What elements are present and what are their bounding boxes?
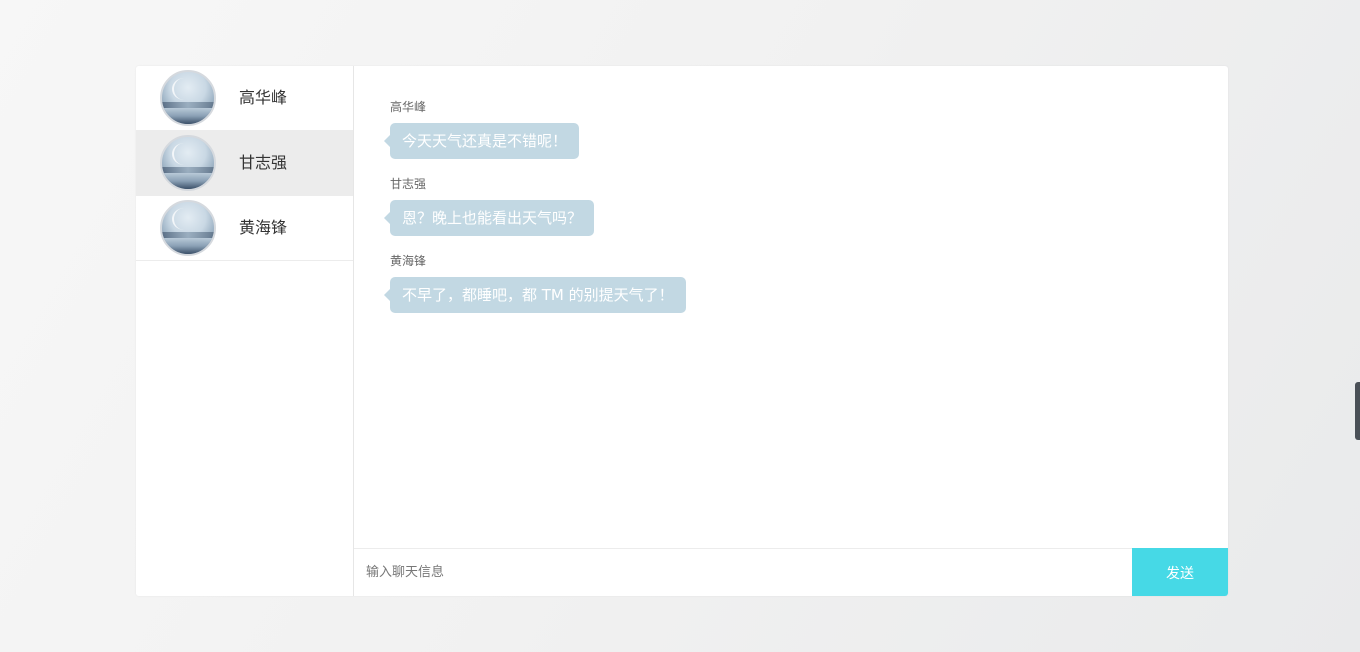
message-bubble: 今天天气还真是不错呢！ bbox=[383, 123, 580, 159]
message-input[interactable] bbox=[354, 549, 1132, 596]
chat-panel: 高华峰 今天天气还真是不错呢！ 甘志强 恩？晚上也能看出天气吗？ 黄海锋 不早了… bbox=[354, 66, 1228, 596]
avatar bbox=[160, 200, 216, 256]
message-item: 高华峰 今天天气还真是不错呢！ bbox=[383, 100, 580, 159]
message-item: 甘志强 恩？晚上也能看出天气吗？ bbox=[383, 177, 595, 236]
contact-name: 甘志强 bbox=[239, 153, 288, 172]
message-sender: 甘志强 bbox=[390, 177, 427, 191]
contact-item-3[interactable]: 黄海锋 bbox=[136, 196, 353, 261]
message-bubble: 恩？晚上也能看出天气吗？ bbox=[383, 200, 595, 236]
message-item: 黄海锋 不早了，都睡吧，都 TM 的别提天气了！ bbox=[384, 254, 686, 313]
avatar bbox=[160, 135, 216, 191]
message-sender: 黄海锋 bbox=[390, 254, 427, 268]
avatar bbox=[160, 70, 216, 126]
message-sender: 高华峰 bbox=[390, 100, 427, 114]
contact-item-2[interactable]: 甘志强 bbox=[136, 131, 353, 196]
message-bubble: 不早了，都睡吧，都 TM 的别提天气了！ bbox=[384, 277, 686, 313]
contact-name: 高华峰 bbox=[239, 88, 288, 107]
contact-name: 黄海锋 bbox=[239, 218, 288, 237]
side-handle[interactable] bbox=[1355, 382, 1360, 440]
send-button[interactable]: 发送 bbox=[1132, 548, 1228, 596]
contact-list: 高华峰 甘志强 黄海锋 bbox=[136, 66, 354, 596]
composer: 发送 bbox=[354, 548, 1228, 596]
chat-app: 高华峰 甘志强 黄海锋 高华峰 今天天气还真是不错呢！ 甘志强 恩？晚上也能看出… bbox=[136, 66, 1228, 596]
message-list: 高华峰 今天天气还真是不错呢！ 甘志强 恩？晚上也能看出天气吗？ 黄海锋 不早了… bbox=[354, 66, 1228, 548]
contact-item-1[interactable]: 高华峰 bbox=[136, 66, 353, 131]
